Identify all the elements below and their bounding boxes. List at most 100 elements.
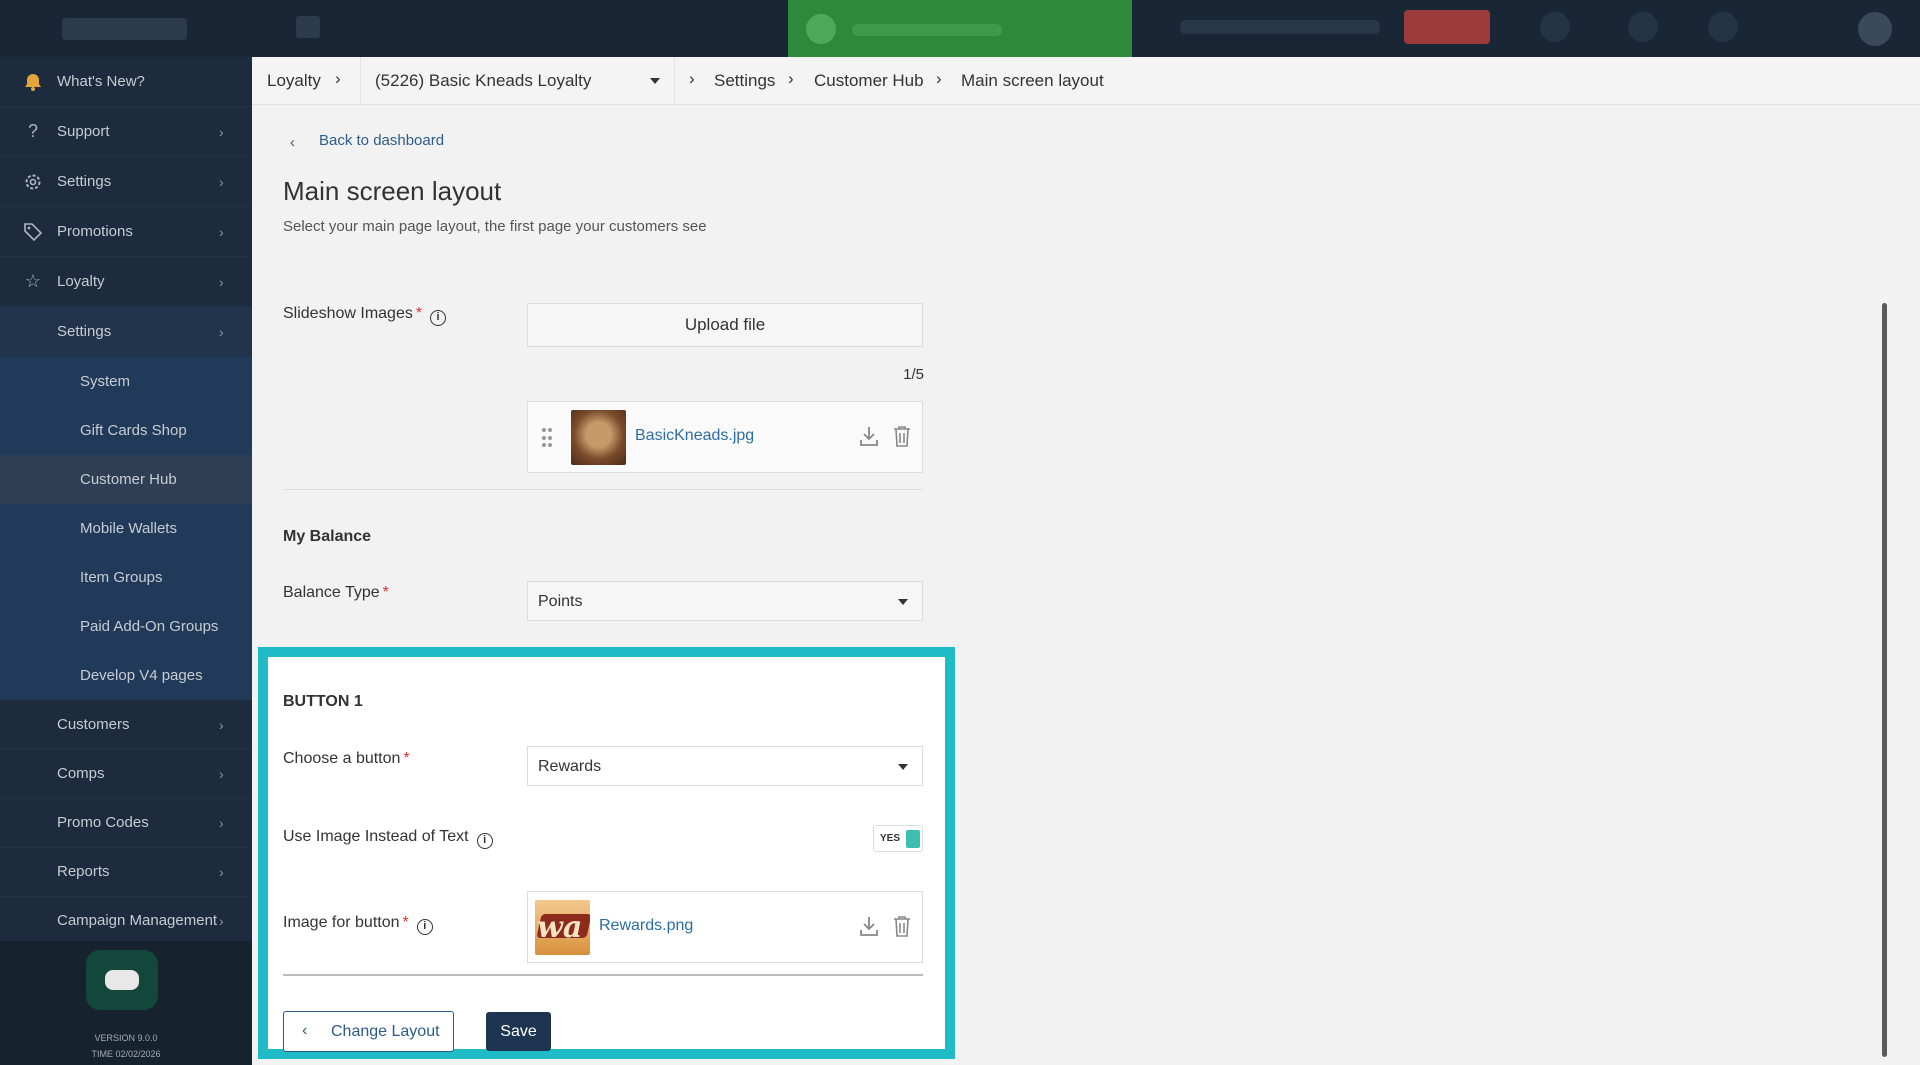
chevron-right-icon: ›: [335, 69, 341, 88]
sidebar-item-customers[interactable]: Customers ›: [0, 700, 252, 750]
location-selector[interactable]: [1180, 20, 1380, 34]
sidebar-item-comps[interactable]: Comps ›: [0, 749, 252, 799]
balance-type-select[interactable]: Points: [527, 581, 923, 621]
toast-message: [852, 24, 1002, 36]
sidebar-item-label: Settings: [57, 173, 112, 190]
chevron-right-icon: ›: [788, 69, 794, 88]
balance-type-label: Balance Type *: [283, 584, 389, 601]
breadcrumb-current: Main screen layout: [961, 71, 1104, 90]
chevron-right-icon: ›: [219, 223, 224, 240]
chevron-right-icon: ›: [219, 323, 224, 340]
chevron-right-icon: ›: [689, 69, 695, 88]
section-divider: [283, 489, 923, 490]
sidebar-subitem-system[interactable]: System: [0, 357, 252, 406]
notification-icon[interactable]: [1540, 12, 1570, 42]
chevron-right-icon: ›: [936, 69, 942, 88]
sidebar-item-settings[interactable]: Settings ›: [0, 157, 252, 207]
sidebar-subitem-mobile-wallets[interactable]: Mobile Wallets: [0, 504, 252, 553]
question-icon: ?: [27, 121, 38, 141]
info-icon[interactable]: i: [430, 310, 447, 326]
sidebar-item-support[interactable]: ? Support ›: [0, 107, 252, 157]
change-layout-label: Change Layout: [331, 1023, 440, 1040]
sidebar-subitem-label: System: [80, 373, 131, 390]
sidebar-item-label: Promo Codes: [57, 814, 149, 831]
choose-button-label-text: Choose a button: [283, 750, 401, 767]
choose-button-value: Rewards: [538, 758, 602, 775]
user-icon[interactable]: [1628, 12, 1658, 42]
chevron-left-icon: ‹: [302, 1022, 308, 1039]
trash-icon[interactable]: [893, 425, 911, 447]
menu-icon[interactable]: [296, 16, 320, 38]
sidebar-item-loyalty[interactable]: ☆ Loyalty ›: [0, 257, 252, 307]
choose-button-label: Choose a button *: [283, 750, 410, 767]
sidebar-item-label: Campaign Management: [57, 912, 218, 929]
slideshow-count: 1/5: [903, 366, 924, 383]
star-icon: ☆: [24, 271, 42, 291]
avatar[interactable]: [1858, 12, 1892, 46]
info-icon[interactable]: i: [476, 833, 493, 849]
sidebar-item-promo-codes[interactable]: Promo Codes ›: [0, 798, 252, 848]
version-label: VERSION 9.0.0: [94, 1033, 158, 1043]
balance-type-value: Points: [538, 593, 583, 610]
sidebar-item-label: Customers: [57, 716, 130, 733]
sidebar-subitem-customer-hub[interactable]: Customer Hub: [0, 455, 252, 504]
app-logo[interactable]: [62, 18, 187, 40]
sidebar-subitem-develop-v4-pages[interactable]: Develop V4 pages: [0, 651, 252, 700]
sidebar-item-promotions[interactable]: Promotions ›: [0, 207, 252, 257]
sidebar-subitem-label: Mobile Wallets: [80, 520, 177, 537]
page-title: Main screen layout: [283, 176, 502, 206]
chat-icon[interactable]: [86, 950, 158, 1010]
change-layout-button[interactable]: ‹ Change Layout: [283, 1011, 454, 1052]
tag-icon: [22, 221, 44, 243]
top-bar: [0, 0, 1920, 62]
sidebar: What's New? ? Support › Settings › Promo…: [0, 57, 252, 1065]
save-button[interactable]: Save: [486, 1012, 551, 1051]
slideshow-file-link[interactable]: BasicKneads.jpg: [635, 427, 754, 445]
account-icon[interactable]: [1708, 12, 1738, 42]
download-icon[interactable]: [859, 425, 879, 447]
sidebar-subitem-label: Develop V4 pages: [80, 667, 203, 684]
breadcrumb-loyalty[interactable]: Loyalty: [267, 71, 321, 91]
breadcrumb-settings[interactable]: Settings: [714, 71, 775, 91]
use-image-label-text: Use Image Instead of Text: [283, 828, 469, 845]
balance-type-label-text: Balance Type: [283, 584, 380, 601]
breadcrumb-customer-hub[interactable]: Customer Hub: [814, 71, 924, 91]
sidebar-subitem-label: Customer Hub: [80, 471, 177, 488]
success-toast[interactable]: [788, 0, 1132, 62]
alert-button[interactable]: [1404, 10, 1490, 44]
sidebar-item-label: Support: [57, 123, 110, 140]
program-selector[interactable]: (5226) Basic Kneads Loyalty: [360, 57, 675, 105]
sidebar-subitem-label: Gift Cards Shop: [80, 422, 187, 439]
use-image-label: Use Image Instead of Text i: [283, 828, 493, 849]
bell-icon: [22, 71, 44, 93]
download-icon[interactable]: [859, 915, 879, 937]
drag-handle-icon[interactable]: [542, 428, 552, 448]
slideshow-images-label: Slideshow Images * i: [283, 305, 447, 326]
toggle-label: YES: [880, 833, 901, 844]
sidebar-item-label: Reports: [57, 863, 110, 880]
slideshow-file-row: BasicKneads.jpg: [527, 401, 923, 473]
use-image-toggle[interactable]: YES: [873, 825, 923, 852]
sidebar-item-label: Loyalty: [57, 273, 105, 290]
sidebar-item-reports[interactable]: Reports ›: [0, 847, 252, 897]
chevron-left-icon[interactable]: ‹: [290, 134, 295, 151]
page-scrollbar[interactable]: [1882, 303, 1887, 1057]
button-image-file-link[interactable]: Rewards.png: [599, 917, 693, 935]
trash-icon[interactable]: [893, 915, 911, 937]
sidebar-item-label: Settings: [57, 323, 112, 340]
sidebar-item-campaign-management[interactable]: Campaign Management ›: [0, 896, 252, 946]
choose-button-select[interactable]: Rewards: [527, 746, 923, 786]
upload-file-button[interactable]: Upload file: [527, 303, 923, 347]
back-to-dashboard-link[interactable]: Back to dashboard: [319, 132, 444, 149]
gear-icon: [22, 171, 44, 193]
info-icon[interactable]: i: [416, 919, 433, 935]
sidebar-item-loyalty-settings[interactable]: Settings ›: [0, 307, 252, 357]
sidebar-subitem-paid-add-on-groups[interactable]: Paid Add-On Groups: [0, 602, 252, 651]
sidebar-item-whats-new[interactable]: What's New?: [0, 57, 252, 107]
button-image-file-row: wa Rewards.png: [527, 891, 923, 963]
sidebar-subitem-gift-cards-shop[interactable]: Gift Cards Shop: [0, 406, 252, 455]
button-1-heading: BUTTON 1: [283, 693, 363, 710]
sidebar-subitem-label: Item Groups: [80, 569, 163, 586]
chevron-right-icon: ›: [219, 765, 224, 782]
sidebar-subitem-item-groups[interactable]: Item Groups: [0, 553, 252, 602]
